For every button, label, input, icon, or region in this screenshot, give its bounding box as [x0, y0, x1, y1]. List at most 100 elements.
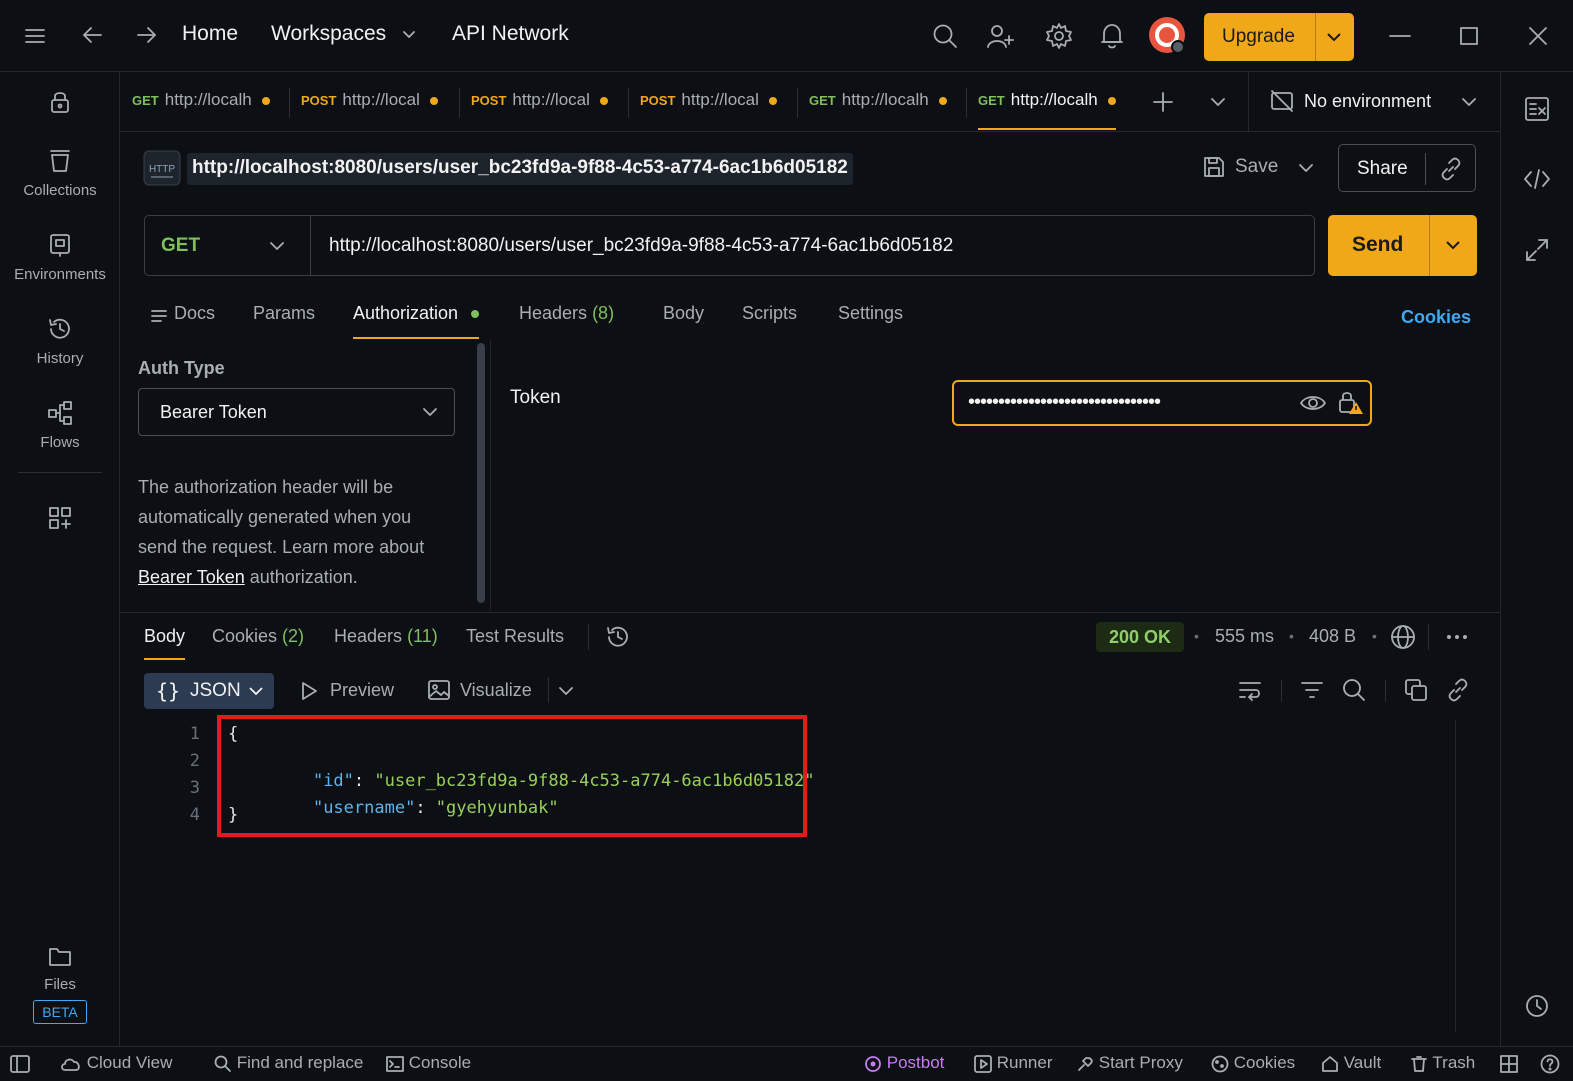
- tabs-overflow-chevron-down-icon[interactable]: [1210, 97, 1226, 108]
- tab-body[interactable]: Body: [663, 303, 704, 324]
- cloud-view-button[interactable]: Cloud View: [60, 1053, 172, 1073]
- proxy-icon: [1076, 1055, 1094, 1073]
- api-network-link[interactable]: API Network: [452, 22, 569, 46]
- copy-icon[interactable]: [1404, 678, 1428, 702]
- request-history-icon[interactable]: [1523, 992, 1551, 1020]
- request-tab[interactable]: POST http://local: [640, 90, 777, 130]
- home-link[interactable]: Home: [182, 22, 238, 46]
- postbot-button[interactable]: Postbot: [864, 1053, 944, 1073]
- auth-type-select[interactable]: Bearer Token: [138, 388, 455, 436]
- upgrade-button[interactable]: Upgrade: [1204, 13, 1354, 61]
- invite-user-icon[interactable]: [986, 23, 1014, 49]
- editor-scrollbar-track[interactable]: [1455, 720, 1475, 1032]
- new-tab-plus-icon[interactable]: [1153, 92, 1173, 112]
- visualize-label: Visualize: [460, 680, 532, 700]
- send-label: Send: [1352, 233, 1404, 256]
- share-button[interactable]: Share: [1338, 144, 1476, 192]
- environment-selector[interactable]: No environment: [1270, 88, 1480, 118]
- forward-arrow-icon[interactable]: [136, 24, 158, 46]
- tab-response-cookies[interactable]: Cookies (2): [212, 626, 304, 647]
- tab-response-body[interactable]: Body: [144, 626, 186, 660]
- toggle-sidebar-icon[interactable]: [10, 1055, 30, 1073]
- workspaces-menu[interactable]: Workspaces: [271, 22, 386, 46]
- save-button[interactable]: Save: [1202, 152, 1292, 184]
- preview-button[interactable]: Preview: [300, 679, 400, 703]
- save-label: Save: [1235, 156, 1279, 177]
- response-history-icon[interactable]: [605, 624, 631, 650]
- tab-settings[interactable]: Settings: [838, 303, 903, 324]
- sidebar-item-collections[interactable]: Collections: [0, 148, 120, 199]
- history-icon: [49, 318, 70, 339]
- request-tab[interactable]: GET http://localh: [132, 90, 270, 130]
- tab-params[interactable]: Params: [253, 303, 315, 324]
- sidebar-item-files[interactable]: Files: [0, 944, 120, 993]
- sidebar-item-flows[interactable]: Flows: [0, 400, 120, 451]
- request-tab[interactable]: GET http://localh: [809, 90, 947, 130]
- eye-icon[interactable]: [1300, 392, 1326, 414]
- tab-test-results[interactable]: Test Results: [466, 626, 564, 647]
- sidebar-item-environments[interactable]: Environments: [0, 232, 120, 283]
- sidebar-item-label: Files: [44, 976, 76, 993]
- format-select[interactable]: {} JSON: [144, 673, 274, 709]
- filter-icon[interactable]: [1300, 680, 1324, 700]
- send-button[interactable]: Send: [1328, 215, 1477, 276]
- menu-icon[interactable]: [24, 26, 46, 46]
- flows-icon: [48, 401, 72, 425]
- help-icon[interactable]: [1540, 1054, 1560, 1074]
- trash-button[interactable]: Trash: [1410, 1053, 1475, 1073]
- panel-scrollbar[interactable]: [477, 343, 485, 603]
- gear-icon[interactable]: [1045, 22, 1073, 50]
- tab-response-headers[interactable]: Headers (11): [334, 626, 438, 647]
- related-collections-icon[interactable]: [1525, 238, 1549, 262]
- more-options-icon[interactable]: [1446, 633, 1468, 641]
- token-input[interactable]: ••••••••••••••••••••••••••••••••: [952, 380, 1372, 426]
- lock-icon[interactable]: [49, 90, 71, 114]
- method-select[interactable]: GET: [145, 216, 311, 275]
- request-tab-active[interactable]: GET http://localh: [978, 90, 1116, 130]
- cookies-button[interactable]: Cookies: [1211, 1053, 1295, 1073]
- url-input[interactable]: http://localhost:8080/users/user_bc23fd9…: [329, 235, 953, 257]
- bell-icon[interactable]: [1100, 22, 1124, 50]
- close-icon[interactable]: [1528, 26, 1548, 46]
- avatar[interactable]: [1148, 16, 1186, 54]
- runner-icon: [974, 1054, 992, 1073]
- globe-icon[interactable]: [1390, 624, 1416, 650]
- console-button[interactable]: Console: [386, 1053, 471, 1073]
- save-chevron-down-icon[interactable]: [1298, 163, 1314, 174]
- request-name[interactable]: http://localhost:8080/users/user_bc23fd9…: [187, 153, 853, 185]
- format-label: JSON: [190, 680, 241, 701]
- auth-type-value: Bearer Token: [160, 402, 267, 422]
- sidebar-item-history[interactable]: History: [0, 316, 120, 367]
- request-tab[interactable]: POST http://local: [301, 90, 438, 130]
- send-chevron-down-icon[interactable]: [1445, 240, 1461, 251]
- documentation-icon[interactable]: [1524, 96, 1550, 122]
- vault-button[interactable]: Vault: [1321, 1053, 1381, 1073]
- visualize-button[interactable]: Visualize: [428, 679, 538, 703]
- lock-warning-icon[interactable]: [1338, 390, 1364, 416]
- start-proxy-button[interactable]: Start Proxy: [1076, 1053, 1183, 1073]
- maximize-icon[interactable]: [1460, 27, 1478, 45]
- tab-headers[interactable]: Headers (8): [519, 303, 614, 324]
- wrap-lines-icon[interactable]: [1238, 679, 1262, 701]
- runner-button[interactable]: Runner: [974, 1053, 1053, 1073]
- tab-scripts[interactable]: Scripts: [742, 303, 797, 324]
- request-tab[interactable]: POST http://local: [471, 90, 608, 130]
- cookie-icon: [1211, 1055, 1229, 1073]
- find-replace-button[interactable]: Find and replace: [214, 1053, 363, 1073]
- search-icon[interactable]: [932, 23, 958, 49]
- minimize-icon[interactable]: [1389, 34, 1411, 38]
- response-search-icon[interactable]: [1342, 678, 1366, 702]
- tab-authorization[interactable]: Authorization: [353, 303, 480, 339]
- layout-icon[interactable]: [1500, 1055, 1518, 1073]
- configure-sidebar-icon[interactable]: [48, 506, 72, 530]
- workspaces-chevron-down-icon[interactable]: [402, 30, 416, 40]
- tab-docs[interactable]: Docs: [174, 303, 215, 324]
- link-icon[interactable]: [1439, 157, 1463, 181]
- visualize-chevron-down-icon[interactable]: [558, 686, 574, 697]
- bearer-token-link[interactable]: Bearer Token: [138, 567, 245, 587]
- cookies-link[interactable]: Cookies: [1401, 307, 1471, 328]
- back-arrow-icon[interactable]: [81, 24, 103, 46]
- response-link-icon[interactable]: [1446, 678, 1470, 702]
- code-icon[interactable]: [1523, 168, 1551, 190]
- upgrade-chevron-down-icon[interactable]: [1326, 32, 1342, 43]
